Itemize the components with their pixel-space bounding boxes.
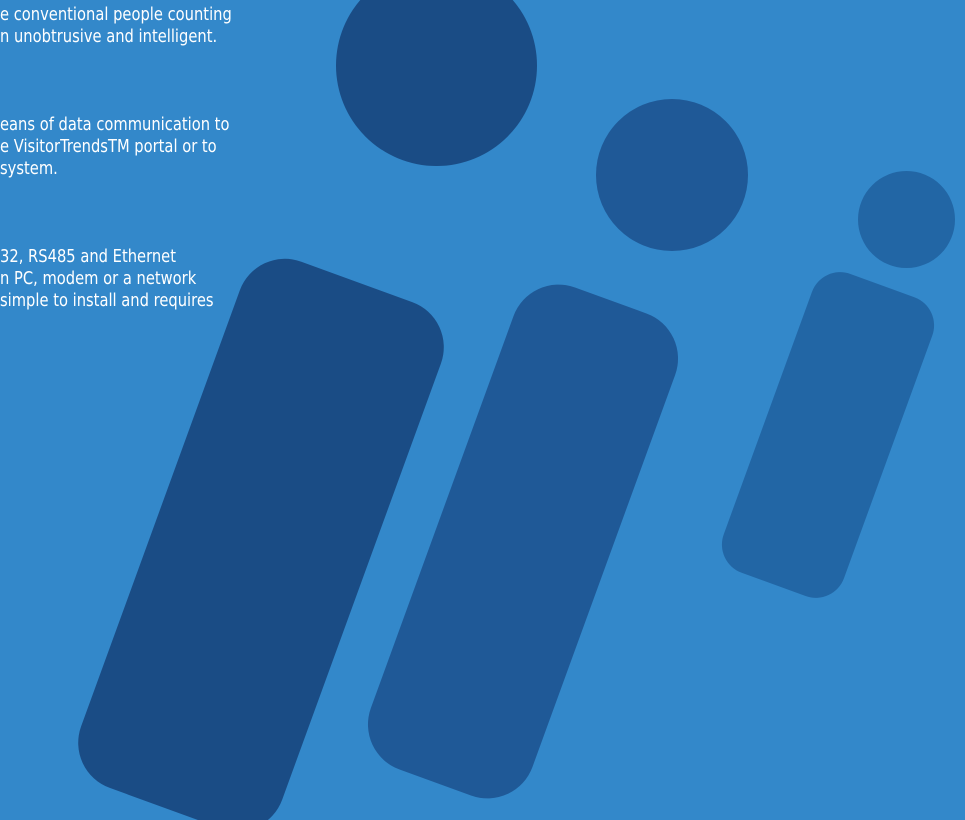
paragraph-connectivity: 32, RS485 and Ethernet n PC, modem or a … <box>0 246 214 312</box>
text-line: 32, RS485 and Ethernet <box>0 247 176 267</box>
small-figure-body <box>713 263 943 607</box>
text-line: e VisitorTrendsTM portal or to <box>0 137 217 157</box>
large-figure-head <box>336 0 537 166</box>
medium-figure-head <box>596 99 748 251</box>
paragraph-intro: e conventional people counting n unobtru… <box>0 4 232 48</box>
brochure-page: e conventional people counting n unobtru… <box>0 0 965 820</box>
text-line: system. <box>0 159 58 179</box>
paragraph-data-communication: eans of data communication to e VisitorT… <box>0 114 229 180</box>
text-line: n PC, modem or a network <box>0 269 197 289</box>
text-line: simple to install and requires <box>0 291 214 311</box>
text-line: eans of data communication to <box>0 115 230 135</box>
small-figure-head <box>858 171 955 268</box>
text-line: n unobtrusive and intelligent. <box>0 27 218 47</box>
text-line: e conventional people counting <box>0 5 232 25</box>
